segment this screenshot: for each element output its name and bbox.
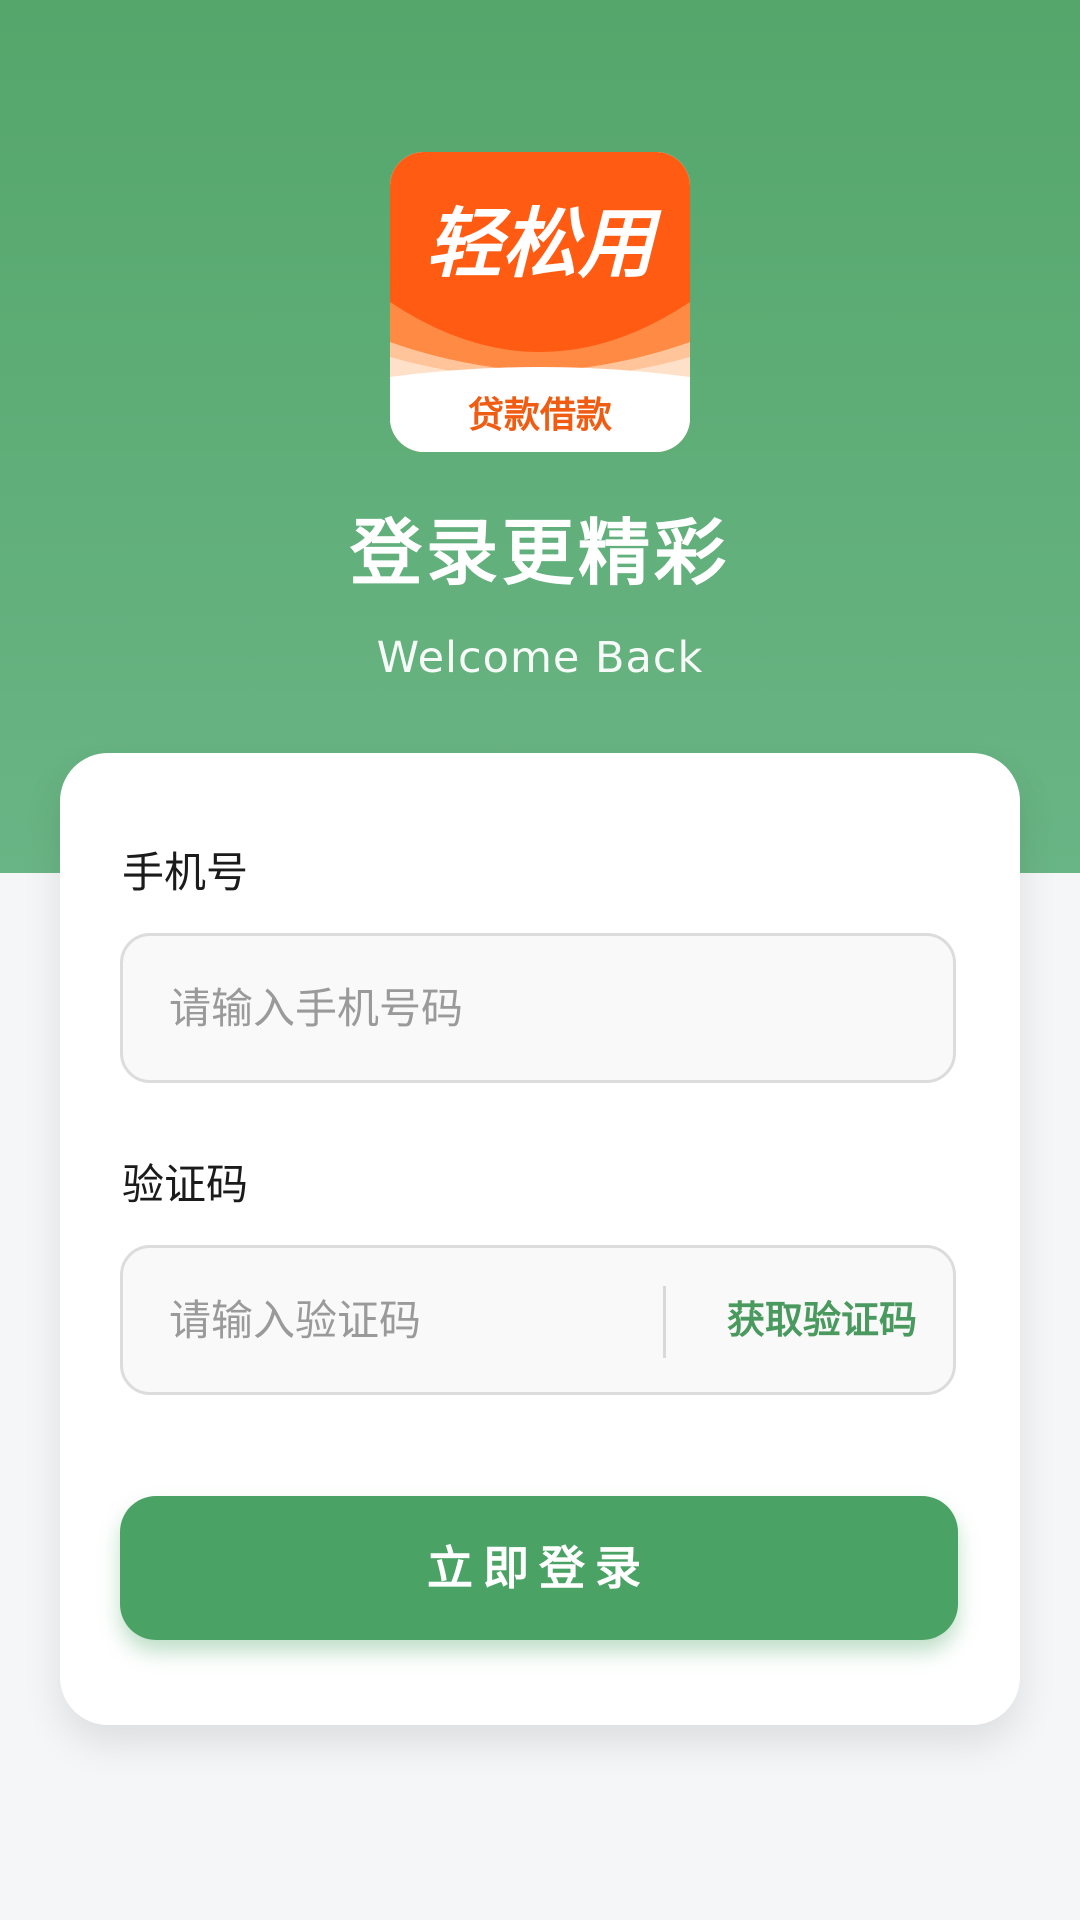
phone-input[interactable] [169, 936, 909, 1080]
app-logo: 轻松用 贷款借款 [390, 152, 690, 452]
code-label: 验证码 [122, 1160, 249, 1209]
logo-main-text: 轻松用 [426, 199, 662, 288]
page-title: 登录更精彩 [349, 511, 730, 595]
phone-field[interactable] [120, 933, 956, 1083]
login-page: 轻松用 贷款借款 登录更精彩 Welcome Back 手机号 验证码 获取验证… [0, 0, 1080, 1920]
field-divider [663, 1286, 666, 1358]
login-card: 手机号 验证码 获取验证码 立即登录 [60, 753, 1020, 1725]
app-logo-graphic: 轻松用 贷款借款 [390, 152, 690, 452]
page-subtitle: Welcome Back [376, 633, 704, 683]
code-field[interactable]: 获取验证码 [120, 1245, 956, 1395]
code-input[interactable] [169, 1248, 639, 1392]
logo-sub-text: 贷款借款 [468, 395, 612, 436]
hero-header: 轻松用 贷款借款 登录更精彩 Welcome Back [0, 0, 1080, 873]
phone-label: 手机号 [122, 848, 249, 897]
login-button[interactable]: 立即登录 [120, 1496, 958, 1640]
get-code-button[interactable]: 获取验证码 [727, 1248, 917, 1392]
